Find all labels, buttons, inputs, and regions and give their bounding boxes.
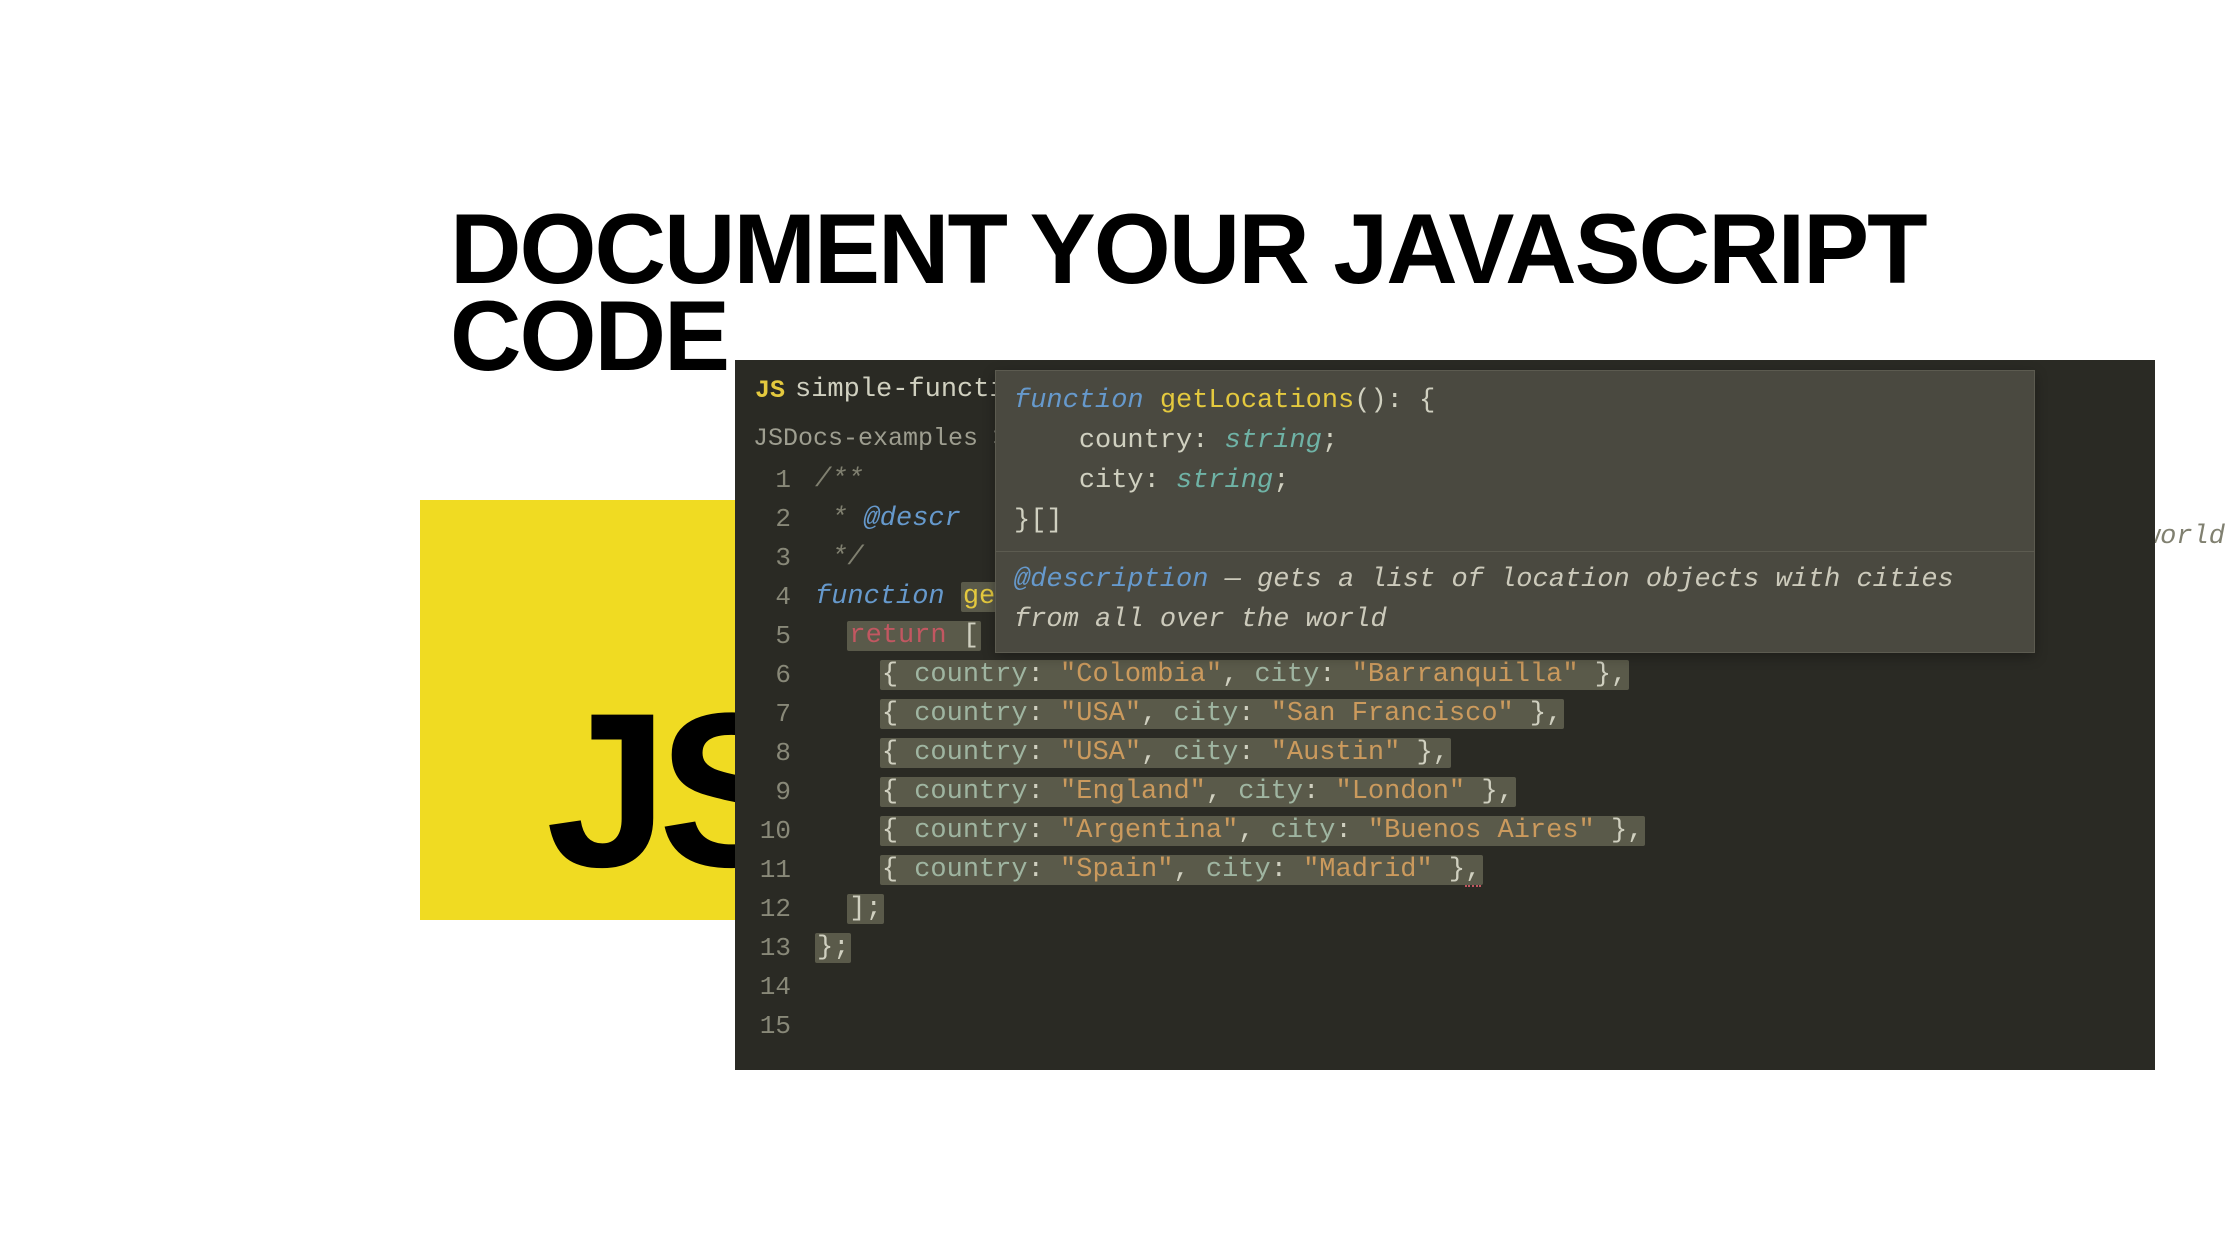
tooltip-prop1: country: [1079, 426, 1192, 456]
intellisense-tooltip: function getLocations(): { country: stri…: [995, 370, 2035, 653]
breadcrumb-folder: JSDocs-examples: [753, 424, 978, 453]
jsdoc-close: */: [815, 543, 864, 573]
country-value: Colombia: [1076, 660, 1206, 690]
line-number: 4: [735, 578, 791, 617]
tooltip-description: @description — gets a list of location o…: [996, 551, 2034, 652]
city-value: Austin: [1287, 738, 1384, 768]
line-number: 2: [735, 500, 791, 539]
country-value: Spain: [1076, 855, 1157, 885]
jsdoc-line-prefix: *: [815, 504, 864, 534]
tooltip-signature: function getLocations(): { country: stri…: [996, 371, 2034, 551]
country-value: Argentina: [1076, 816, 1222, 846]
country-value: USA: [1076, 738, 1125, 768]
prop-country: country: [914, 660, 1027, 690]
tooltip-open: (): {: [1354, 386, 1435, 416]
keyword-return: return: [849, 621, 946, 651]
js-file-icon: JS: [755, 376, 785, 405]
line-number: 5: [735, 617, 791, 656]
city-value: Barranquilla: [1368, 660, 1562, 690]
line-number: 8: [735, 734, 791, 773]
country-value: England: [1076, 777, 1189, 807]
city-value: Buenos Aires: [1384, 816, 1578, 846]
tooltip-desc-tag: @description: [1014, 565, 1208, 595]
city-value: London: [1352, 777, 1449, 807]
line-number: 6: [735, 656, 791, 695]
prop-city: city: [1254, 660, 1319, 690]
city-value: Madrid: [1319, 855, 1416, 885]
tooltip-prop2: city: [1079, 466, 1144, 496]
tooltip-dash: —: [1208, 565, 1257, 595]
open-bracket: [: [947, 621, 979, 651]
line-number-gutter: 1 2 3 4 5 6 7 8 9 10 11 12 13 14 15: [735, 461, 815, 1046]
error-squiggle: ,: [1465, 855, 1481, 887]
tooltip-keyword: function: [1014, 386, 1144, 416]
jsdoc-tag: @descr: [864, 504, 961, 534]
tooltip-type1: string: [1225, 426, 1322, 456]
close-function: };: [817, 933, 849, 963]
line-number: 7: [735, 695, 791, 734]
line-number: 13: [735, 929, 791, 968]
page-title: DOCUMENT YOUR JAVASCRIPT CODE: [450, 205, 1926, 379]
line-number: 14: [735, 968, 791, 1007]
line-number: 11: [735, 851, 791, 890]
line-number: 12: [735, 890, 791, 929]
city-value: San Francisco: [1287, 699, 1498, 729]
line-number: 1: [735, 461, 791, 500]
line-number: 3: [735, 539, 791, 578]
line-number: 9: [735, 773, 791, 812]
close-array: ];: [849, 894, 881, 924]
line-number: 10: [735, 812, 791, 851]
keyword-function: function: [815, 582, 945, 612]
tooltip-close: }[]: [1014, 506, 1063, 536]
tooltip-type2: string: [1176, 466, 1273, 496]
tooltip-fn-name: getLocations: [1160, 386, 1354, 416]
line-number: 15: [735, 1007, 791, 1046]
jsdoc-open: /**: [815, 465, 864, 495]
country-value: USA: [1076, 699, 1125, 729]
